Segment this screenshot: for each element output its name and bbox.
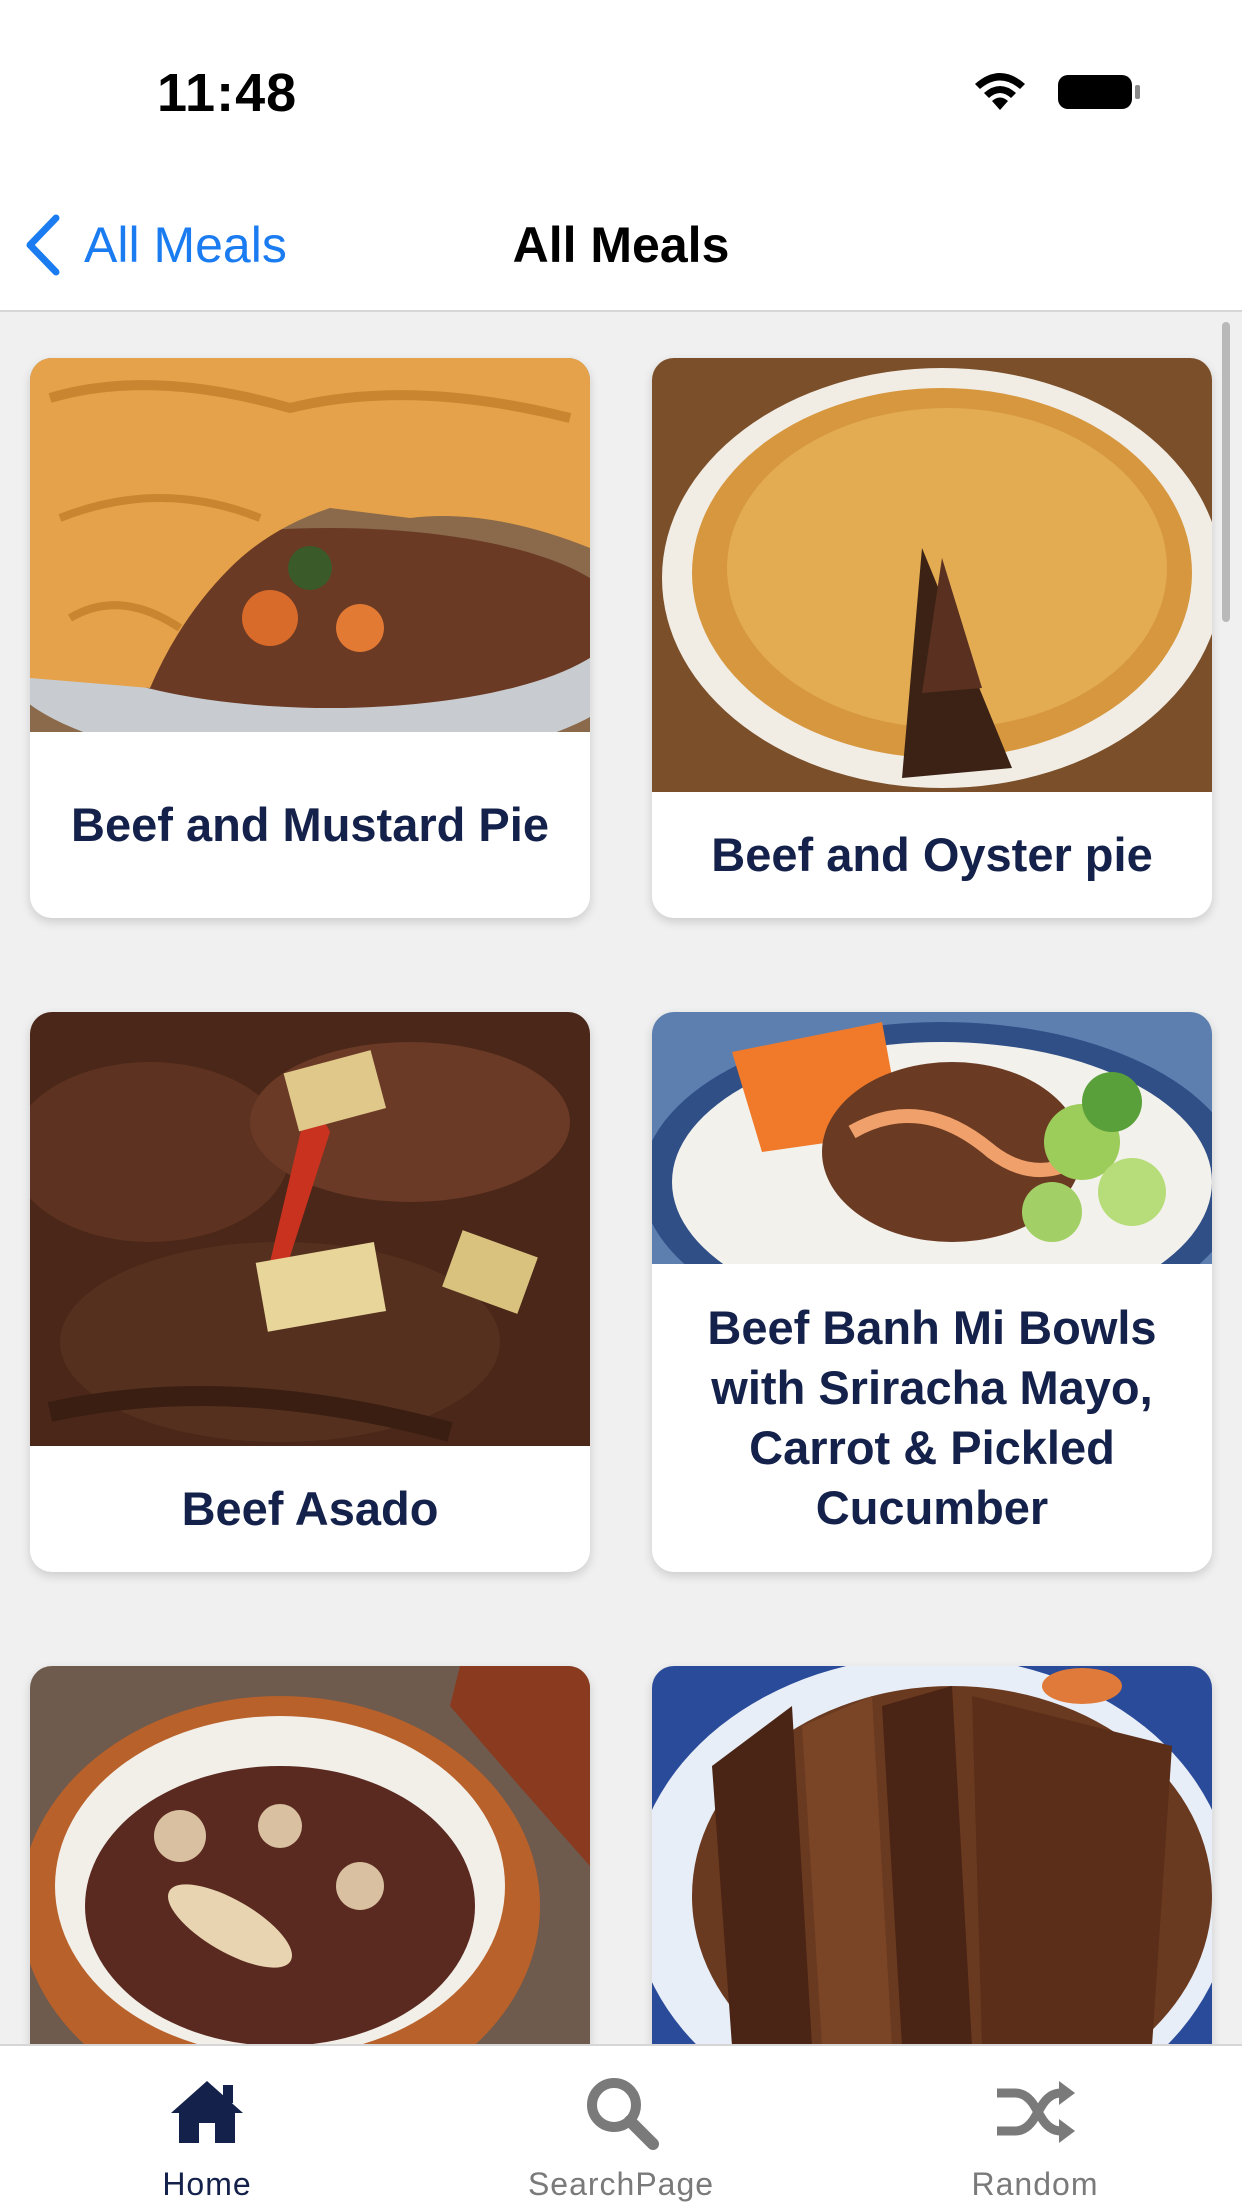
tab-bar: Home SearchPage Random <box>0 2044 1242 2210</box>
status-time: 11:48 <box>157 63 298 123</box>
house-icon <box>165 2070 249 2154</box>
wifi-icon <box>975 73 1025 110</box>
meal-title: Beef Banh Mi Bowls with Sriracha Mayo, C… <box>707 1301 1157 1534</box>
battery-icon <box>1058 75 1140 109</box>
meal-title: Beef Asado <box>181 1482 439 1535</box>
meal-image <box>30 358 590 732</box>
meal-image <box>652 358 1212 792</box>
magnifier-icon <box>579 2070 663 2154</box>
tab-searchpage[interactable]: SearchPage <box>414 2046 828 2210</box>
meal-image <box>30 1666 590 2044</box>
meal-card-beef-and-oyster-pie[interactable]: Beef and Oyster pie <box>652 358 1212 918</box>
meal-card-beef-asado[interactable]: Beef Asado <box>30 1012 590 1572</box>
meals-grid[interactable]: Beef and Mustard Pie Beef and Oyster pie <box>0 312 1242 2044</box>
tab-label: Random <box>971 2166 1099 2202</box>
meal-image <box>652 1012 1212 1264</box>
status-icons <box>972 70 1142 114</box>
navigation-bar: All Meals All Meals <box>0 180 1242 312</box>
page-title: All Meals <box>512 217 730 273</box>
tab-home[interactable]: Home <box>0 2046 414 2210</box>
meal-card-partial-casserole[interactable] <box>30 1666 590 2044</box>
meal-title: Beef and Mustard Pie <box>71 798 549 851</box>
shuffle-icon <box>993 2070 1077 2154</box>
meal-card-beef-banh-mi-bowls[interactable]: Beef Banh Mi Bowls with Sriracha Mayo, C… <box>652 1012 1212 1572</box>
meal-image <box>652 1666 1212 2044</box>
tab-random[interactable]: Random <box>828 2046 1242 2210</box>
meal-image <box>30 1012 590 1446</box>
scroll-indicator[interactable] <box>1222 322 1230 622</box>
meal-title: Beef and Oyster pie <box>711 828 1153 881</box>
meal-card-beef-and-mustard-pie[interactable]: Beef and Mustard Pie <box>30 358 590 918</box>
status-bar: 11:48 <box>0 0 1242 180</box>
meal-card-partial-brisket[interactable] <box>652 1666 1212 2044</box>
tab-label: Home <box>162 2166 252 2202</box>
tab-label: SearchPage <box>527 2166 715 2202</box>
